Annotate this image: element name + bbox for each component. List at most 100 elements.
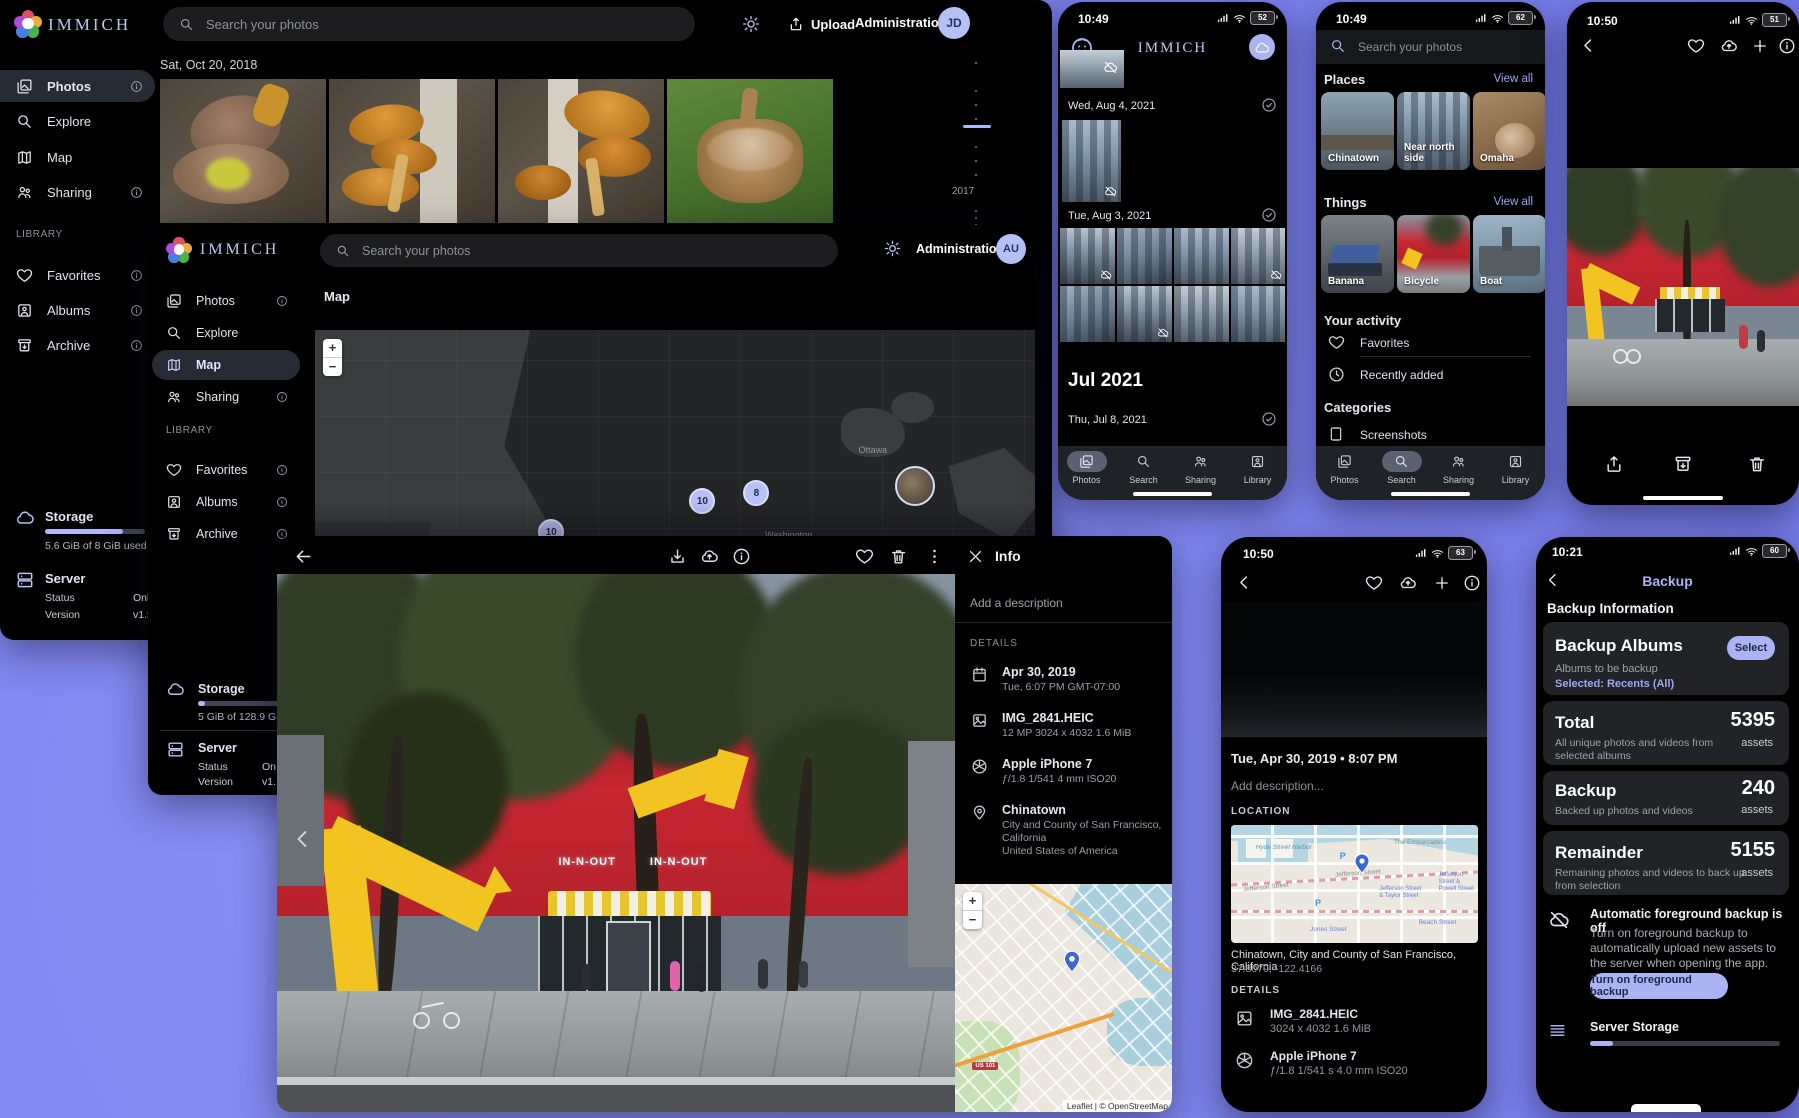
photo-dark-preview[interactable]	[1221, 601, 1487, 737]
nav-library[interactable]: Library	[1487, 451, 1544, 485]
photo-thumbnail[interactable]	[1060, 50, 1124, 88]
info-icon[interactable]	[276, 391, 288, 403]
select-all-icon[interactable]	[1261, 411, 1277, 427]
favorite-icon[interactable]	[855, 547, 874, 566]
turn-on-backup-button[interactable]: Turn on foreground backup	[1590, 973, 1728, 999]
home-indicator[interactable]	[1631, 1104, 1701, 1112]
info-icon[interactable]	[130, 339, 143, 352]
place-card-chinatown[interactable]: Chinatown	[1321, 92, 1394, 170]
upload-button[interactable]: Upload	[788, 12, 855, 36]
home-indicator[interactable]	[1391, 492, 1470, 496]
info-icon[interactable]	[276, 295, 288, 307]
cloud-upload-icon[interactable]	[700, 547, 719, 566]
back-icon[interactable]	[1235, 573, 1254, 592]
avatar[interactable]: JD	[938, 7, 970, 39]
place-card-near-north-side[interactable]: Near north side	[1397, 92, 1470, 170]
info-icon[interactable]	[130, 186, 143, 199]
timeline-position-indicator[interactable]	[963, 125, 991, 128]
theme-toggle-icon[interactable]	[742, 15, 760, 33]
place-card-omaha[interactable]: Omaha	[1473, 92, 1545, 170]
sidebar-item-favorites[interactable]: Favorites	[0, 259, 155, 291]
info-icon[interactable]	[732, 547, 751, 566]
avatar-with-sync[interactable]	[1249, 34, 1275, 60]
photo-thumbnail[interactable]	[1231, 286, 1285, 342]
activity-favorites[interactable]: Favorites	[1360, 336, 1409, 350]
add-description-field[interactable]: Add a description	[970, 596, 1063, 610]
back-icon[interactable]	[293, 546, 314, 567]
administration-link[interactable]: Administration	[916, 242, 1004, 256]
archive-icon[interactable]	[1673, 454, 1693, 474]
more-options-icon[interactable]	[925, 547, 944, 566]
info-icon[interactable]	[1463, 574, 1481, 592]
map-attribution[interactable]: Leaflet | © OpenStreetMap	[1063, 1100, 1172, 1112]
share-icon[interactable]	[1604, 454, 1624, 474]
photo-thumbnail[interactable]	[1060, 228, 1115, 284]
nav-photos[interactable]: Photos	[1316, 451, 1373, 485]
sidebar-item-sharing[interactable]: Sharing	[0, 176, 155, 208]
zoom-in-button[interactable]: +	[323, 339, 342, 358]
sidebar-item-favorites[interactable]: Favorites	[152, 455, 300, 485]
photo-thumbnail[interactable]	[1117, 228, 1172, 284]
photo-innout-storefront[interactable]	[1567, 168, 1799, 406]
back-icon[interactable]	[1579, 36, 1598, 55]
close-icon[interactable]	[967, 548, 984, 565]
sidebar-item-explore[interactable]: Explore	[152, 318, 300, 348]
cloud-upload-icon[interactable]	[1399, 574, 1417, 592]
detail-place[interactable]: Chinatown	[1002, 803, 1066, 817]
select-button[interactable]: Select	[1727, 636, 1775, 660]
add-icon[interactable]	[1433, 574, 1451, 592]
photo-thumbnail[interactable]	[1117, 286, 1172, 342]
thing-card-banana[interactable]: Banana	[1321, 215, 1394, 293]
info-icon[interactable]	[276, 496, 288, 508]
avatar[interactable]: AU	[996, 234, 1026, 264]
cloud-upload-icon[interactable]	[1720, 37, 1738, 55]
add-description-field[interactable]: Add description...	[1231, 779, 1324, 793]
sidebar-item-map[interactable]: Map	[152, 350, 300, 380]
previous-photo-icon[interactable]	[291, 827, 315, 851]
sidebar-item-sharing[interactable]: Sharing	[152, 382, 300, 412]
photo-mushroom-2[interactable]	[329, 79, 495, 223]
photo-mushroom-3[interactable]	[498, 79, 664, 223]
download-icon[interactable]	[668, 547, 687, 566]
info-icon[interactable]	[130, 80, 143, 93]
nav-search[interactable]: Search	[1373, 451, 1430, 485]
search-input[interactable]: Search your photos	[320, 234, 838, 267]
nav-photos[interactable]: Photos	[1058, 451, 1115, 485]
favorite-icon[interactable]	[1365, 574, 1383, 592]
favorite-icon[interactable]	[1687, 37, 1705, 55]
nav-sharing[interactable]: Sharing	[1430, 451, 1487, 485]
location-map[interactable]: US 101 + − Leaflet | © OpenStreetMap	[955, 884, 1172, 1112]
nav-library[interactable]: Library	[1229, 451, 1286, 485]
photo-thumbnail[interactable]	[1060, 286, 1115, 342]
info-icon[interactable]	[130, 269, 143, 282]
administration-link[interactable]: Administration	[855, 15, 947, 30]
info-icon[interactable]	[276, 464, 288, 476]
sidebar-item-albums[interactable]: Albums	[152, 487, 300, 517]
activity-recently-added[interactable]: Recently added	[1360, 368, 1443, 382]
nav-search[interactable]: Search	[1115, 451, 1172, 485]
add-icon[interactable]	[1751, 37, 1769, 55]
select-all-icon[interactable]	[1261, 97, 1277, 113]
photo-thumbnail[interactable]	[1174, 228, 1229, 284]
sidebar-item-albums[interactable]: Albums	[0, 294, 155, 326]
trash-icon[interactable]	[1747, 454, 1767, 474]
info-icon[interactable]	[130, 304, 143, 317]
trash-icon[interactable]	[889, 547, 908, 566]
sidebar-item-photos[interactable]: Photos	[0, 70, 155, 102]
zoom-out-button[interactable]: −	[963, 911, 982, 929]
photo-mushroom-basket[interactable]	[667, 79, 833, 223]
search-input[interactable]: Search your photos	[163, 7, 695, 41]
photo-thumbnail[interactable]	[1231, 228, 1285, 284]
photo-thumbnail[interactable]	[1062, 120, 1121, 202]
location-map[interactable]: Hyde Street Harbor The Embarcadero Jeffe…	[1231, 825, 1478, 943]
home-indicator[interactable]	[1643, 496, 1723, 500]
nav-sharing[interactable]: Sharing	[1172, 451, 1229, 485]
select-all-icon[interactable]	[1261, 207, 1277, 223]
sidebar-item-map[interactable]: Map	[0, 141, 155, 173]
theme-toggle-icon[interactable]	[884, 240, 901, 257]
photo-innout-storefront[interactable]: IN-N-OUT IN-N-OUT	[277, 574, 955, 1112]
map-zoom-control[interactable]: + −	[963, 892, 982, 929]
home-indicator[interactable]	[1133, 492, 1212, 496]
zoom-in-button[interactable]: +	[963, 892, 982, 911]
map-zoom-control[interactable]: + −	[323, 339, 342, 376]
